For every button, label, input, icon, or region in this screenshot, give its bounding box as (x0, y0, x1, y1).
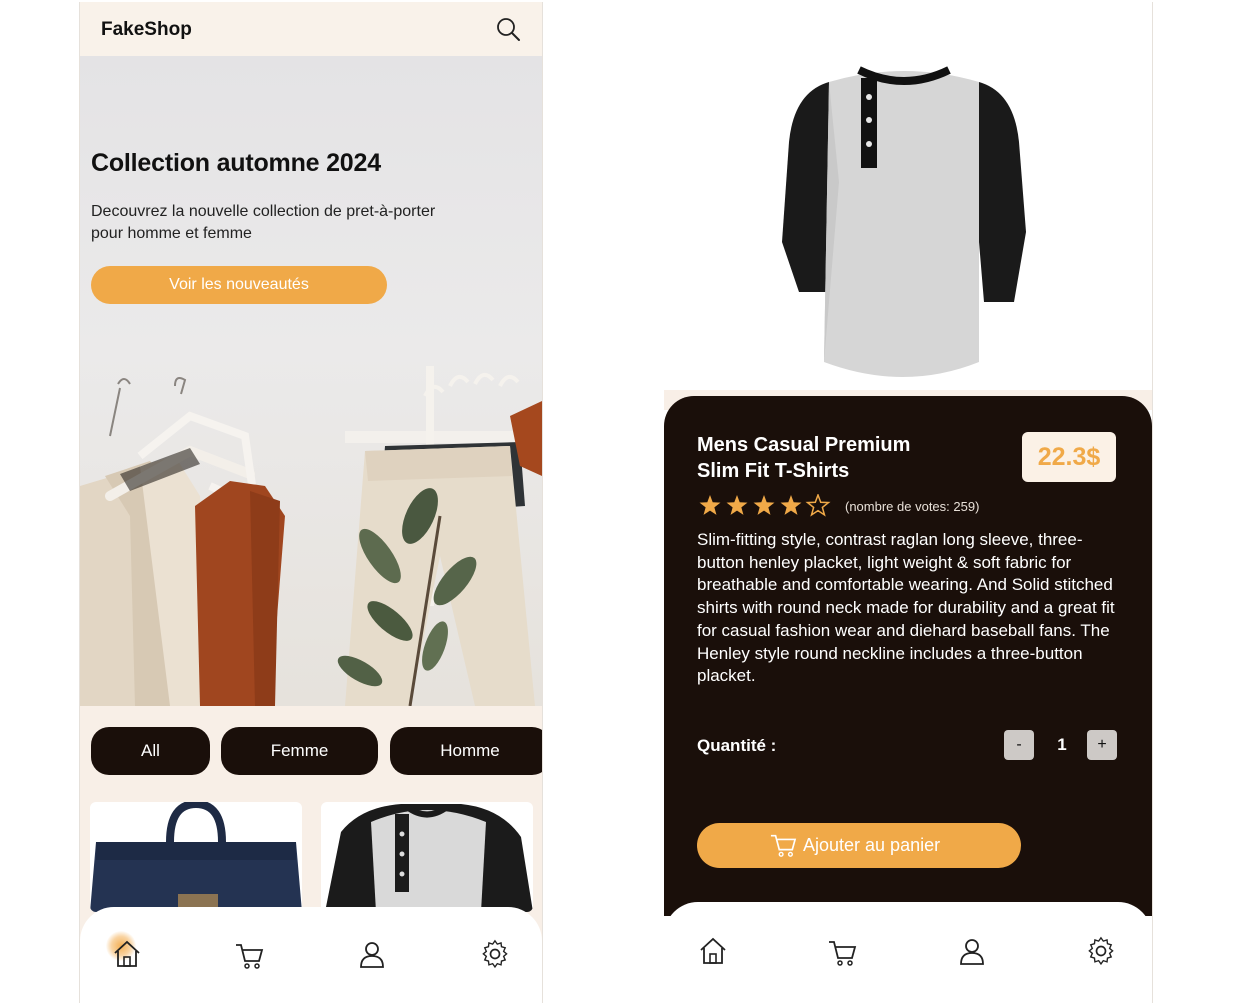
vote-count: (nombre de votes: 259) (845, 499, 980, 514)
price-badge: 22.3$ (1022, 432, 1116, 482)
home-screen: FakeShop Collection automne 2024 Decouvr… (79, 2, 543, 1003)
product-card-bag[interactable] (90, 802, 302, 912)
hero-title: Collection automne 2024 (91, 149, 381, 177)
cart-icon[interactable] (827, 938, 857, 968)
user-icon[interactable] (957, 936, 987, 966)
product-detail-screen: Mens Casual Premium Slim Fit T-Shirts 22… (664, 2, 1153, 1003)
quantity-label: Quantité : (697, 736, 777, 755)
see-new-arrivals-button[interactable]: Voir les nouveautés (91, 266, 387, 304)
star-filled-icon (699, 495, 721, 515)
clothes-rack-image (80, 366, 542, 706)
bag-image (90, 802, 302, 912)
star-filled-icon (726, 495, 748, 515)
product-title-line1: Mens Casual Premium (697, 434, 911, 456)
filter-femme[interactable]: Femme (221, 727, 378, 775)
bottom-nav (664, 902, 1152, 1003)
decrease-quantity-button[interactable]: - (1004, 730, 1034, 760)
product-card-shirt[interactable] (321, 802, 533, 912)
hero-banner: Collection automne 2024 Decouvrez la nou… (80, 56, 542, 706)
add-to-cart-label: Ajouter au panier (803, 835, 941, 855)
filter-all[interactable]: All (91, 727, 210, 775)
product-title: Mens Casual Premium Slim Fit T-Shirts (697, 432, 947, 484)
top-bar: FakeShop (80, 2, 542, 56)
home-icon[interactable] (698, 936, 728, 966)
shirt-image (325, 804, 533, 912)
home-icon[interactable] (112, 939, 142, 969)
cart-icon[interactable] (234, 941, 264, 971)
product-image (782, 66, 1026, 377)
app-name: FakeShop (101, 19, 192, 40)
rating-stars (699, 494, 831, 517)
filter-homme[interactable]: Homme (390, 727, 542, 775)
quantity-value: 1 (1057, 735, 1067, 754)
cart-icon (770, 834, 797, 857)
product-details-panel: Mens Casual Premium Slim Fit T-Shirts 22… (664, 396, 1152, 916)
hero-text: Decouvrez la nouvelle collection de pret… (91, 203, 436, 242)
star-empty-icon (805, 494, 831, 517)
search-icon[interactable] (494, 15, 522, 43)
product-description: Slim-fitting style, contrast raglan long… (697, 530, 1115, 686)
category-filters: All Femme Homme (91, 727, 542, 777)
add-to-cart-button[interactable]: Ajouter au panier (697, 823, 1021, 868)
increase-quantity-button[interactable]: + (1087, 730, 1117, 760)
settings-icon[interactable] (1086, 936, 1116, 966)
settings-icon[interactable] (480, 939, 510, 969)
product-title-line2: Slim Fit T-Shirts (697, 460, 850, 482)
star-filled-icon (753, 495, 775, 515)
user-icon[interactable] (357, 939, 387, 969)
star-filled-icon (780, 495, 802, 515)
bottom-nav (80, 907, 542, 1003)
